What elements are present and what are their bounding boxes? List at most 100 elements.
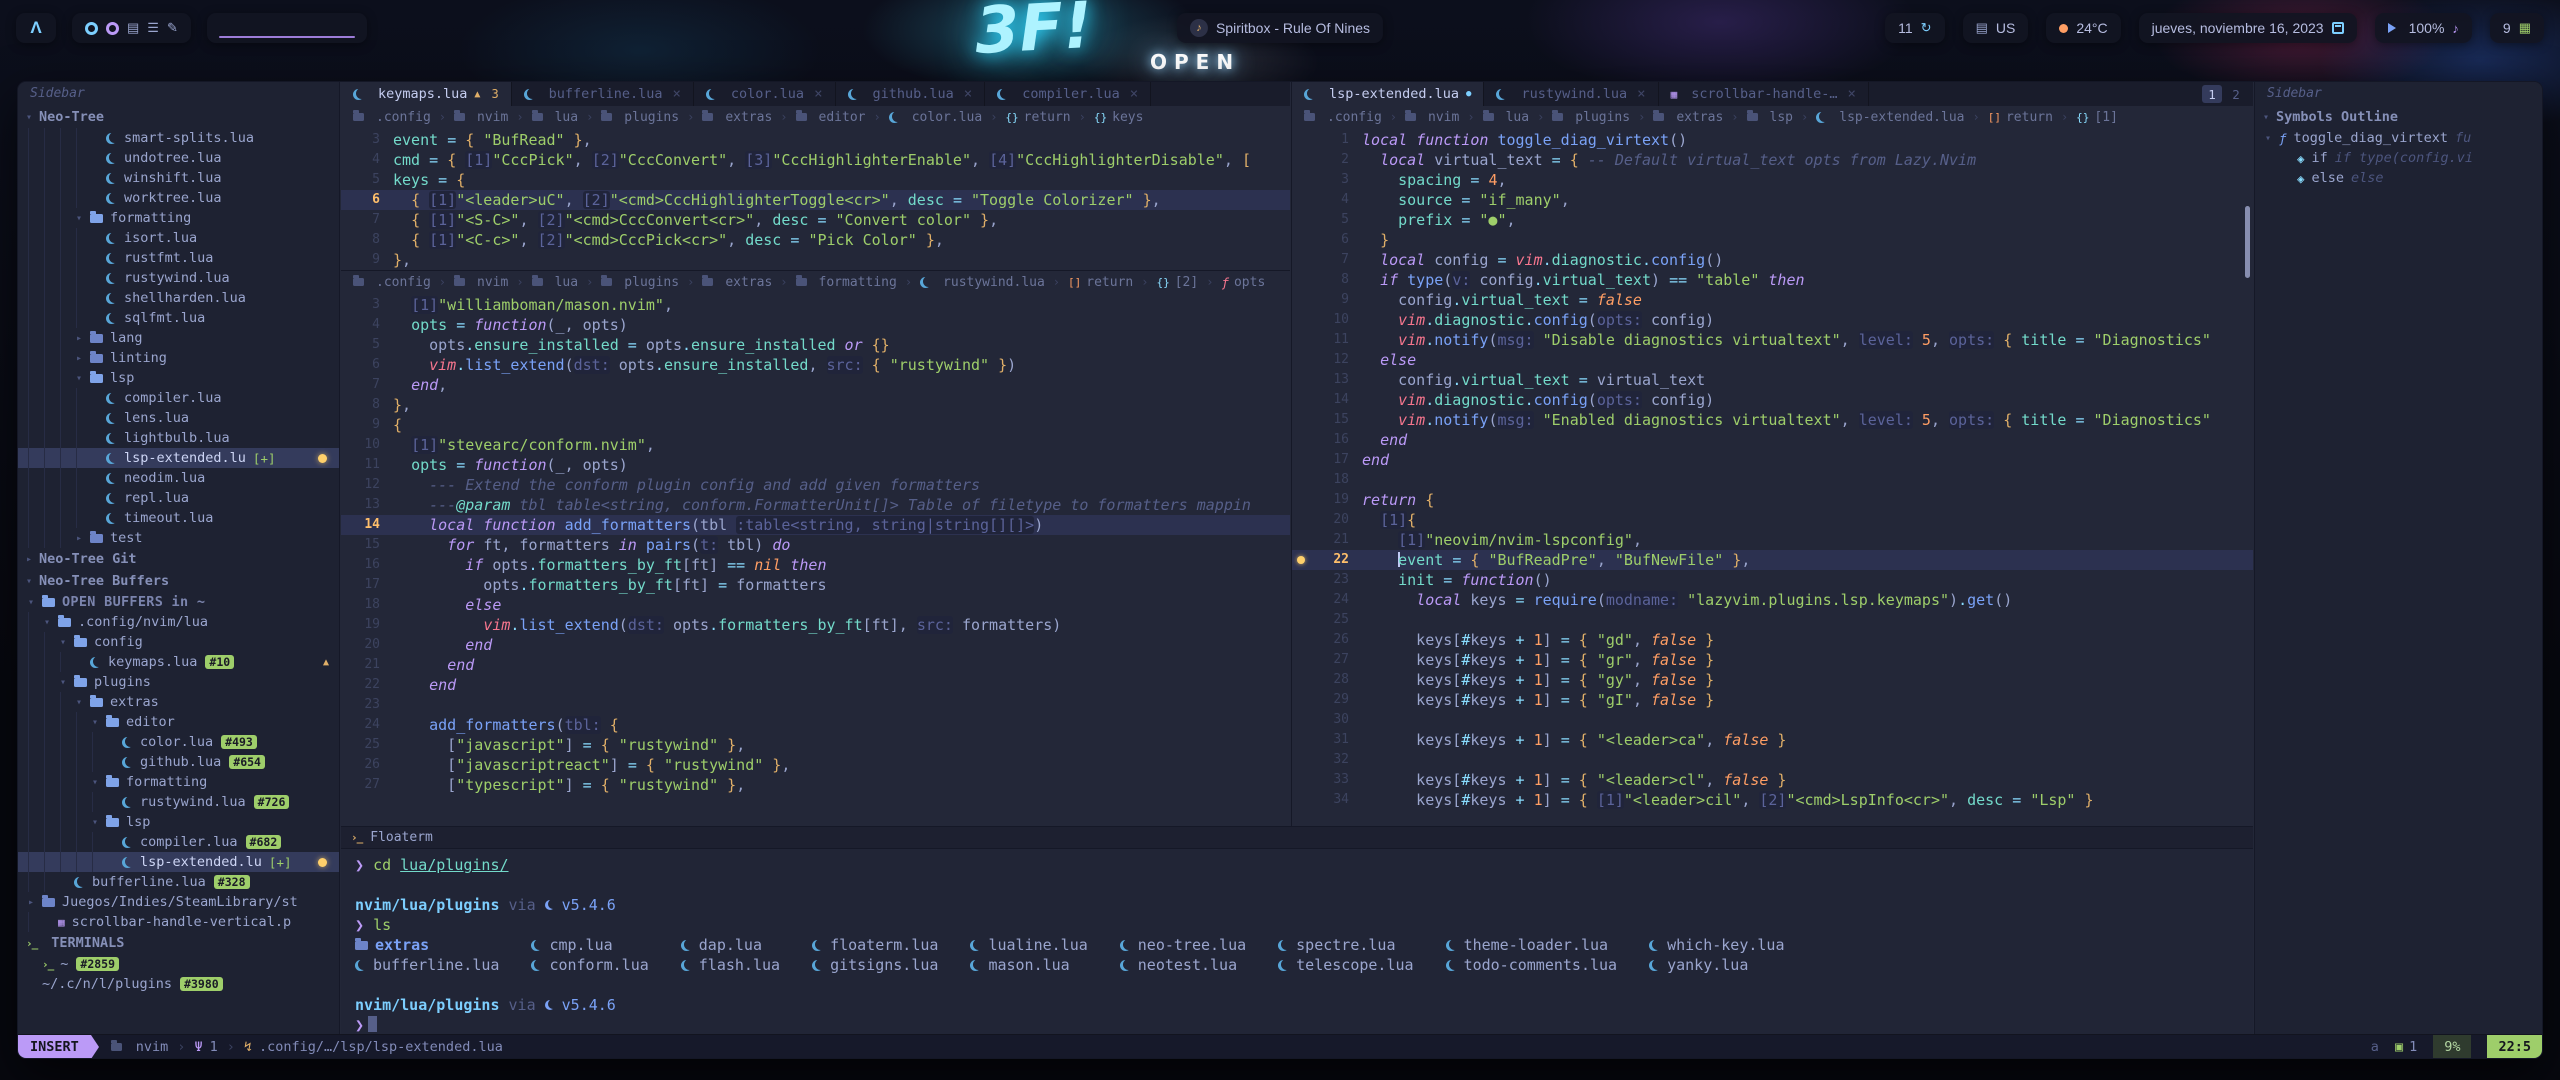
code-line[interactable]: 11 vim.notify(msg: "Disable diagnostics …	[1292, 330, 2253, 350]
listing-entry[interactable]: gitsigns.lua	[812, 955, 938, 975]
code-line[interactable]: 4 source = "if_many",	[1292, 190, 2253, 210]
buffer-item[interactable]: ▾formatting	[18, 772, 339, 792]
tree-item[interactable]: undotree.lua	[18, 148, 339, 168]
code-line[interactable]: 16 if opts.formatters_by_ft[ft] == nil t…	[341, 555, 1290, 575]
code-line[interactable]: 4cmd = { [1]"CccPick", [2]"CccConvert", …	[341, 150, 1290, 170]
code-line[interactable]: 15 for ft, formatters in pairs(t: tbl) d…	[341, 535, 1290, 555]
breadcrumb-item[interactable]: {}[1]	[2076, 110, 2118, 125]
breadcrumb-item[interactable]: lsp-extended.lua	[1816, 110, 1964, 125]
tree-item[interactable]: rustfmt.lua	[18, 248, 339, 268]
buffer-item[interactable]: bufferline.lua#328	[18, 872, 339, 892]
breadcrumb-item[interactable]: .config	[353, 275, 431, 290]
tab-bufferline-lua[interactable]: bufferline.lua×	[512, 82, 694, 106]
close-tab-icon[interactable]: ×	[672, 86, 680, 102]
code-line[interactable]: 18	[1292, 470, 2253, 490]
close-tab-icon[interactable]: ×	[814, 86, 822, 102]
code-line[interactable]: 10 [1]"stevearc/conform.nvim",	[341, 435, 1290, 455]
code-line[interactable]: 25	[1292, 610, 2253, 630]
listing-entry[interactable]: conform.lua	[531, 955, 648, 975]
code-line[interactable]: 20 end	[341, 635, 1290, 655]
tree-item[interactable]: repl.lua	[18, 488, 339, 508]
code-line[interactable]: 24 local keys = require(modname: "lazyvi…	[1292, 590, 2253, 610]
tree-item[interactable]: winshift.lua	[18, 168, 339, 188]
listing-entry[interactable]: cmp.lua	[531, 935, 648, 955]
breadcrumb-item[interactable]: ƒopts	[1221, 275, 1265, 290]
code-line[interactable]: 8 { [1]"<C-c>", [2]"<cmd>CccPick<cr>", d…	[341, 230, 1290, 250]
code-line[interactable]: 12 --- Extend the conform plugin config …	[341, 475, 1290, 495]
section-symbols-outline[interactable]: ▾Symbols Outline	[2255, 106, 2542, 128]
updates-widget[interactable]: 11↻	[1885, 13, 1944, 43]
code-line[interactable]: 30	[1292, 710, 2253, 730]
terminal-content[interactable]: ❯ cd lua/plugins/ nvim/lua/plugins via v…	[341, 849, 2253, 1034]
tree-item[interactable]: lightbulb.lua	[18, 428, 339, 448]
code-line[interactable]: 9},	[341, 250, 1290, 270]
breadcrumb-item[interactable]: extras	[702, 275, 772, 290]
code-area[interactable]: 3 [1]"williamboman/mason.nvim",4 opts = …	[341, 293, 1290, 795]
listing-entry[interactable]: flash.lua	[681, 955, 780, 975]
listing-entry[interactable]: telescope.lua	[1278, 955, 1413, 975]
tab-keymaps-lua[interactable]: keymaps.lua▲3	[341, 82, 512, 106]
buffer-item[interactable]: color.lua#493	[18, 732, 339, 752]
code-line[interactable]: 3event = { "BufRead" },	[341, 130, 1290, 150]
code-line[interactable]: 2 local virtual_text = { -- Default virt…	[1292, 150, 2253, 170]
code-line[interactable]: 7 local config = vim.diagnostic.config()	[1292, 250, 2253, 270]
breadcrumb-item[interactable]: plugins	[601, 110, 679, 125]
tab-scrollbar-handle-[interactable]: ▦scrollbar-handle-…×	[1659, 82, 1869, 106]
git-branch-segment[interactable]: Ψ1	[194, 1039, 217, 1055]
code-line[interactable]: 33 keys[#keys + 1] = { "<leader>cl", fal…	[1292, 770, 2253, 790]
breadcrumb-item[interactable]: nvim	[454, 110, 508, 125]
code-line[interactable]: 26 keys[#keys + 1] = { "gd", false }	[1292, 630, 2253, 650]
breadcrumb-item[interactable]: color.lua	[889, 110, 982, 125]
code-line[interactable]: 18 else	[341, 595, 1290, 615]
section-terminals[interactable]: ›_TERMINALS	[18, 932, 339, 954]
tree-item[interactable]: compiler.lua	[18, 388, 339, 408]
code-line[interactable]: 27 keys[#keys + 1] = { "gr", false }	[1292, 650, 2253, 670]
listing-entry[interactable]: bufferline.lua	[355, 955, 499, 975]
code-line[interactable]: 7 { [1]"<S-C>", [2]"<cmd>CccConvert<cr>"…	[341, 210, 1290, 230]
cwd-segment[interactable]: nvim	[111, 1039, 169, 1055]
code-line[interactable]: 20 [1]{	[1292, 510, 2253, 530]
breadcrumb-item[interactable]: nvim	[454, 275, 508, 290]
breadcrumb-item[interactable]: []return	[1068, 275, 1133, 290]
code-line[interactable]: 27 ["typescript"] = { "rustywind" },	[341, 775, 1290, 795]
code-area[interactable]: 3event = { "BufRead" },4cmd = { [1]"CccP…	[341, 128, 1290, 270]
code-line[interactable]: 17 opts.formatters_by_ft[ft] = formatter…	[341, 575, 1290, 595]
tree-item[interactable]: ▾formatting	[18, 208, 339, 228]
code-line[interactable]: 21 end	[341, 655, 1290, 675]
code-line[interactable]: 11 opts = function(_, opts)	[341, 455, 1290, 475]
code-line[interactable]: 6 vim.list_extend(dst: opts.ensure_insta…	[341, 355, 1290, 375]
listing-entry[interactable]: todo-comments.lua	[1446, 955, 1618, 975]
outline-item[interactable]: ▾ƒtoggle_diag_virtextfu	[2255, 128, 2542, 148]
code-area[interactable]: 1local function toggle_diag_virtext()2 l…	[1292, 128, 2253, 810]
code-line[interactable]: 25 ["javascript"] = { "rustywind" },	[341, 735, 1290, 755]
buffer-item[interactable]: ▦scrollbar-handle-vertical.p	[18, 912, 339, 932]
code-line[interactable]: 29 keys[#keys + 1] = { "gI", false }	[1292, 690, 2253, 710]
breadcrumb-item[interactable]: editor	[796, 110, 866, 125]
code-line[interactable]: 5 prefix = "●",	[1292, 210, 2253, 230]
mem-gauge-icon[interactable]	[106, 22, 119, 35]
code-line[interactable]: 21 [1]"neovim/nvim-lspconfig",	[1292, 530, 2253, 550]
code-line[interactable]: 12 else	[1292, 350, 2253, 370]
code-line[interactable]: 9 config.virtual_text = false	[1292, 290, 2253, 310]
buffer-item[interactable]: lsp-extended.lu[+]	[18, 852, 339, 872]
tree-item[interactable]: smart-splits.lua	[18, 128, 339, 148]
tree-item[interactable]: isort.lua	[18, 228, 339, 248]
code-line[interactable]: 6 { [1]"<leader>uC", [2]"<cmd>CccHighlig…	[341, 190, 1290, 210]
buffer-item[interactable]: rustywind.lua#726	[18, 792, 339, 812]
breadcrumb-item[interactable]: lua	[532, 275, 578, 290]
code-line[interactable]: 22 event = { "BufReadPre", "BufNewFile" …	[1292, 550, 2253, 570]
listing-entry[interactable]: dap.lua	[681, 935, 780, 955]
keyboard-layout-widget[interactable]: ▤US	[1963, 13, 2029, 43]
code-line[interactable]: 32	[1292, 750, 2253, 770]
breadcrumb-item[interactable]: plugins	[1552, 110, 1630, 125]
file-path-segment[interactable]: ↯.config/…/lsp/lsp-extended.lua	[244, 1039, 503, 1055]
section-neotree[interactable]: ▾Neo-Tree	[18, 106, 339, 128]
breadcrumb-item[interactable]: extras	[1653, 110, 1723, 125]
code-line[interactable]: 4 opts = function(_, opts)	[341, 315, 1290, 335]
breadcrumb-item[interactable]: formatting	[796, 275, 897, 290]
window-title-widget[interactable]	[207, 13, 367, 43]
breadcrumb-item[interactable]: {}[2]	[1156, 275, 1198, 290]
code-line[interactable]: 22 end	[341, 675, 1290, 695]
buffer-item[interactable]: ▾editor	[18, 712, 339, 732]
weather-widget[interactable]: 24°C	[2046, 13, 2120, 43]
